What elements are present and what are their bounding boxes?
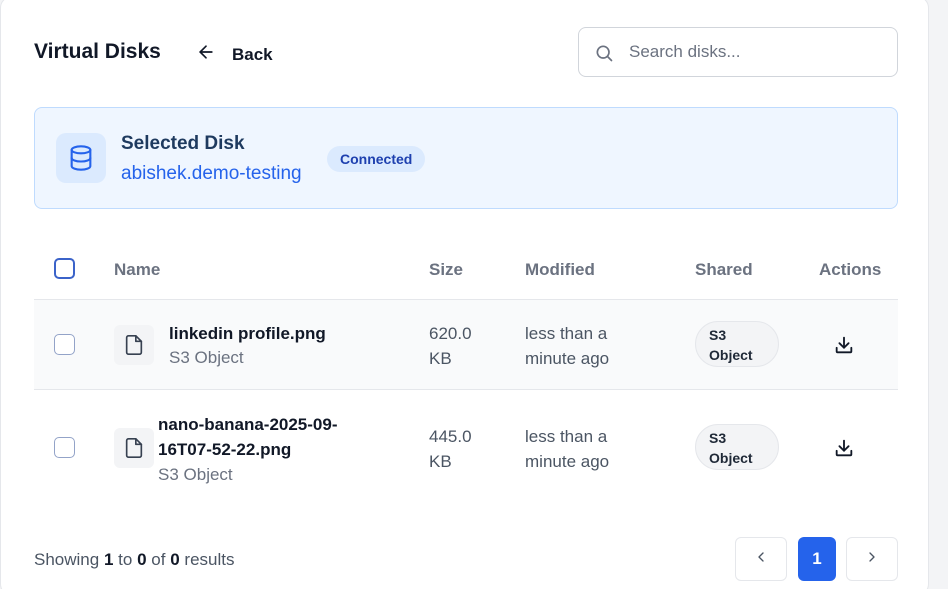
back-label: Back	[232, 44, 273, 64]
download-icon[interactable]	[833, 334, 855, 356]
download-icon[interactable]	[833, 437, 855, 459]
column-header-actions: Actions	[819, 260, 882, 279]
row-checkbox[interactable]	[54, 334, 75, 355]
selected-disk-card: Selected Disk abishek.demo-testing Conne…	[34, 107, 898, 209]
column-header-size[interactable]: Size	[429, 260, 463, 280]
arrow-left-icon	[196, 42, 216, 67]
selected-disk-label: Selected Disk	[121, 133, 245, 154]
file-size: 620.0 KB	[429, 324, 472, 368]
results-summary: Showing 1 to 0 of 0 results	[34, 550, 235, 569]
file-type: S3 Object	[169, 348, 244, 367]
database-icon	[56, 133, 106, 183]
select-all-checkbox[interactable]	[54, 258, 75, 279]
file-type: S3 Object	[158, 465, 233, 484]
file-icon	[114, 325, 154, 365]
table-row[interactable]: nano-banana-2025-09- 16T07-52-22.png S3 …	[34, 391, 898, 501]
table-header: Name Size Modified Shared Actions	[34, 240, 898, 300]
file-modified: less than a minute ago	[525, 324, 610, 368]
previous-page-button[interactable]	[735, 537, 787, 581]
shared-badge: S3 Object	[695, 424, 779, 470]
shared-badge: S3 Object	[695, 321, 779, 367]
back-button[interactable]: Back	[196, 42, 273, 67]
column-header-shared: Shared	[695, 260, 753, 279]
search-box	[578, 27, 898, 77]
selected-disk-name: abishek.demo-testing	[121, 163, 302, 184]
column-header-name[interactable]: Name	[114, 260, 160, 280]
page-title: Virtual Disks	[34, 40, 161, 63]
column-header-modified[interactable]: Modified	[525, 260, 595, 280]
file-modified: less than a minute ago	[525, 427, 610, 471]
chevron-right-icon	[864, 549, 880, 570]
search-input[interactable]	[629, 28, 889, 76]
file-name[interactable]: linkedin profile.png	[169, 321, 326, 346]
file-name[interactable]: nano-banana-2025-09- 16T07-52-22.png	[158, 412, 338, 462]
table-row[interactable]: linkedin profile.png S3 Object 620.0 KB …	[34, 300, 898, 390]
page-1-button[interactable]: 1	[798, 537, 836, 581]
next-page-button[interactable]	[846, 537, 898, 581]
file-icon	[114, 428, 154, 468]
status-badge: Connected	[327, 146, 426, 172]
file-size: 445.0 KB	[429, 427, 472, 471]
row-checkbox[interactable]	[54, 437, 75, 458]
chevron-left-icon	[753, 549, 769, 570]
